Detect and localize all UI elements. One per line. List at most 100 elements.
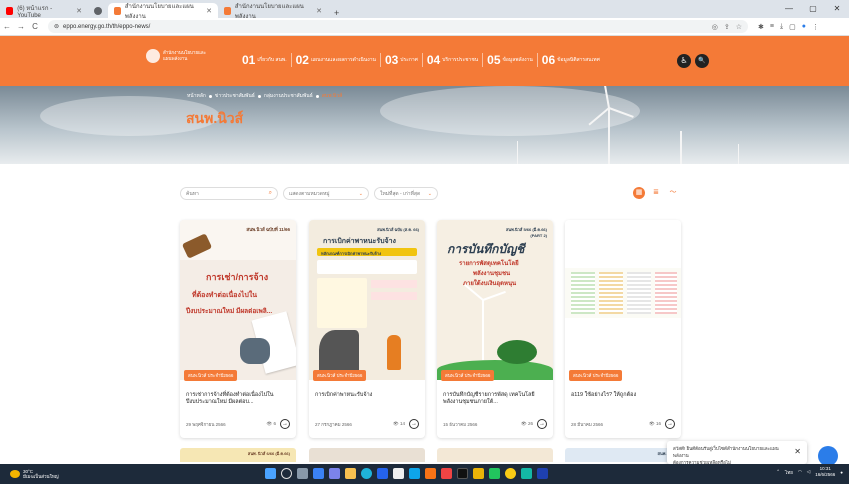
clock[interactable]: 10:31 16/6/2566 [815, 466, 835, 478]
browser-tab-youtube[interactable]: (6) หน้าแรก - YouTube ✕ [0, 3, 88, 19]
menu-item-energy-data[interactable]: 05 ข้อมูลพลังงาน [487, 53, 538, 67]
search-icon[interactable]: ⌕ [269, 190, 272, 197]
back-icon[interactable]: ← [0, 22, 14, 31]
new-tab-button[interactable]: + [328, 8, 345, 18]
task-view-icon[interactable] [297, 468, 308, 479]
file-explorer-icon[interactable] [345, 468, 356, 479]
language-indicator[interactable]: ไทย [785, 469, 793, 476]
chat-bubble-icon[interactable] [818, 446, 838, 466]
teams-icon[interactable] [329, 468, 340, 479]
category-badge[interactable]: สนพ.นิวส์ ประจำปี2566 [441, 370, 495, 381]
close-icon[interactable]: ✕ [794, 447, 801, 456]
news-card-next-row[interactable] [309, 448, 425, 462]
card-title[interactable]: อ119 ใช้อย่างไร? ให้ถูกต้อง [571, 392, 675, 399]
bookmark-star-icon[interactable]: ☆ [736, 23, 742, 31]
reading-list-icon[interactable]: ≡ [770, 23, 774, 31]
maximize-button[interactable]: ▢ [801, 0, 825, 18]
mail-icon[interactable] [393, 468, 404, 479]
app-navy-icon[interactable] [537, 468, 548, 479]
category-badge[interactable]: สนพ.นิวส์ ประจำปี2566 [184, 370, 238, 381]
app-blue-icon[interactable] [409, 468, 420, 479]
edge-icon[interactable] [361, 468, 372, 479]
wifi-icon[interactable]: ◠ [798, 469, 802, 475]
card-thumbnail: สนพ.นิวส์ ฉบับที่ 11/66 การเช่า/การจ้าง … [180, 220, 296, 380]
breadcrumb-pr-group[interactable]: กลุ่มงานประชาสัมพันธ์ [264, 92, 313, 100]
accessibility-icon[interactable]: ♿ [677, 54, 691, 68]
widgets-icon[interactable] [313, 468, 324, 479]
browser-tab-eppo[interactable]: สำนักงานนโยบายและแผนพลังงาน ✕ [218, 3, 328, 20]
volume-icon[interactable]: ◁ [807, 469, 810, 475]
browser-tab-extension[interactable] [88, 3, 108, 18]
list-view-icon[interactable]: ≣ [650, 187, 662, 199]
menu-item-announcements[interactable]: 03 ประกาศ [385, 53, 423, 67]
rss-feed-icon[interactable]: 〜 [667, 187, 679, 199]
sort-select[interactable]: ใหม่ที่สุด - เก่าที่สุด ⌄ [374, 187, 438, 200]
close-window-button[interactable]: ✕ [825, 0, 849, 18]
grid-view-icon[interactable]: ▦ [633, 187, 645, 199]
news-card[interactable]: สนพ.นิวส์ 5/66 (มี.ค.66) (PART 2) การบัน… [437, 220, 553, 438]
profile-avatar-icon[interactable]: ● [802, 23, 806, 31]
app-red-icon[interactable] [441, 468, 452, 479]
store-icon[interactable] [377, 468, 388, 479]
card-title[interactable]: การเบิกค่าพาหนะรับจ้าง [315, 392, 419, 399]
menu-item-plans[interactable]: 02 แผนงานและผลการดำเนินงาน [296, 53, 381, 67]
close-tab-icon[interactable]: ✕ [316, 7, 322, 15]
chevron-down-icon: ⌄ [427, 190, 432, 197]
cloud-decoration [380, 86, 640, 136]
start-windows-icon[interactable] [265, 468, 276, 479]
app-yellow-icon[interactable] [473, 468, 484, 479]
close-tab-icon[interactable]: ✕ [206, 7, 212, 15]
download-icon[interactable]: ⤓ [780, 23, 783, 31]
chevron-up-icon[interactable]: ⌃ [776, 469, 780, 475]
filter-bar: ค้นหา ⌕ แสดงตามหมวดหมู่ ⌄ ใหม่ที่สุด - เ… [180, 187, 438, 200]
category-select[interactable]: แสดงตามหมวดหมู่ ⌄ [283, 187, 369, 200]
arrow-right-icon[interactable]: → [665, 419, 675, 429]
news-card-next-row[interactable]: สนพ. นิวส์ [565, 448, 681, 462]
app-green-icon[interactable] [489, 468, 500, 479]
minimize-button[interactable]: — [777, 0, 801, 18]
category-badge[interactable]: สนพ.นิวส์ ประจำปี2566 [569, 370, 623, 381]
site-info-icon[interactable]: ⊜ [54, 23, 59, 30]
extensions-icon[interactable]: ✱ [758, 23, 764, 31]
weather-widget[interactable]: 30°C มีเมฆเป็นส่วนใหญ่ [0, 469, 59, 479]
logo-line-2: แผนพลังงาน [163, 56, 188, 61]
close-tab-icon[interactable]: ✕ [76, 7, 82, 15]
url-field[interactable]: ⊜ eppo.energy.go.th/th/eppo-news/ ◎ ⇪ ☆ [48, 20, 748, 33]
google-lens-icon[interactable]: ◎ [712, 23, 718, 31]
arrow-right-icon[interactable]: → [280, 419, 290, 429]
breadcrumb-home[interactable]: หน้าหลัก [187, 92, 206, 100]
menu-item-about[interactable]: 01 เกี่ยวกับ สนพ. [242, 53, 292, 67]
card-title[interactable]: การเช่าการจ้างที่ต้องทำต่อเนื่องไปในปีงบ… [186, 392, 290, 406]
menu-item-services[interactable]: 04 บริการประชาชน [427, 53, 484, 67]
reload-icon[interactable]: C [28, 22, 42, 31]
forward-icon[interactable]: → [14, 22, 28, 31]
menu-item-legal-info[interactable]: 06 ข้อมูลนิติสารสนเทศ [542, 53, 604, 67]
chrome-icon[interactable] [505, 468, 516, 479]
app-black-icon[interactable] [457, 468, 468, 479]
menu-kebab-icon[interactable]: ⋮ [812, 23, 819, 31]
news-card[interactable]: สนพ.นิวส์ ฉบับ (ส.ค. 66) การเบิกค่าพาหนะ… [309, 220, 425, 438]
arrow-right-icon[interactable]: → [409, 419, 419, 429]
search-icon[interactable] [281, 468, 292, 479]
browser-tab-eppo-active[interactable]: สำนักงานนโยบายและแผนพลังงาน ✕ [108, 3, 218, 20]
share-icon[interactable]: ⇪ [724, 23, 730, 31]
weather-cloud-icon [10, 470, 20, 478]
search-icon[interactable]: 🔍 [695, 54, 709, 68]
notification-icon[interactable]: ● [840, 470, 843, 475]
news-card[interactable]: สนพ.นิวส์ ฉบับที่ 11/66 การเช่า/การจ้าง … [180, 220, 296, 438]
search-input[interactable]: ค้นหา ⌕ [180, 187, 278, 200]
news-card-next-row[interactable]: สนพ. นิวส์ 6/66 (มี.ค.66) [180, 448, 296, 462]
news-card[interactable]: สนพ.นิวส์ ประจำปี2566 อ119 ใช้อย่างไร? ใ… [565, 220, 681, 438]
card-title[interactable]: การบันทึกบัญชีรายการพัสดุ เทคโนโลยีพลังง… [443, 392, 547, 406]
app-orange-icon[interactable] [425, 468, 436, 479]
app-teal-icon[interactable] [521, 468, 532, 479]
site-logo[interactable]: สำนักงานนโยบายและ แผนพลังงาน [146, 49, 206, 63]
clock-time: 10:31 [819, 466, 831, 471]
sidepanel-icon[interactable]: ▢ [789, 23, 796, 31]
chatbot-popup[interactable]: สวัสดี! ยินดีต้อนรับสู่เว็บไซต์สำนักงานน… [667, 441, 807, 465]
news-card-next-row[interactable] [437, 448, 553, 462]
category-badge[interactable]: สนพ.นิวส์ ประจำปี2566 [313, 370, 367, 381]
clock-date: 16/6/2566 [815, 472, 836, 477]
breadcrumb-pr[interactable]: ข่าวประชาสัมพันธ์ [215, 92, 255, 100]
arrow-right-icon[interactable]: → [537, 419, 547, 429]
